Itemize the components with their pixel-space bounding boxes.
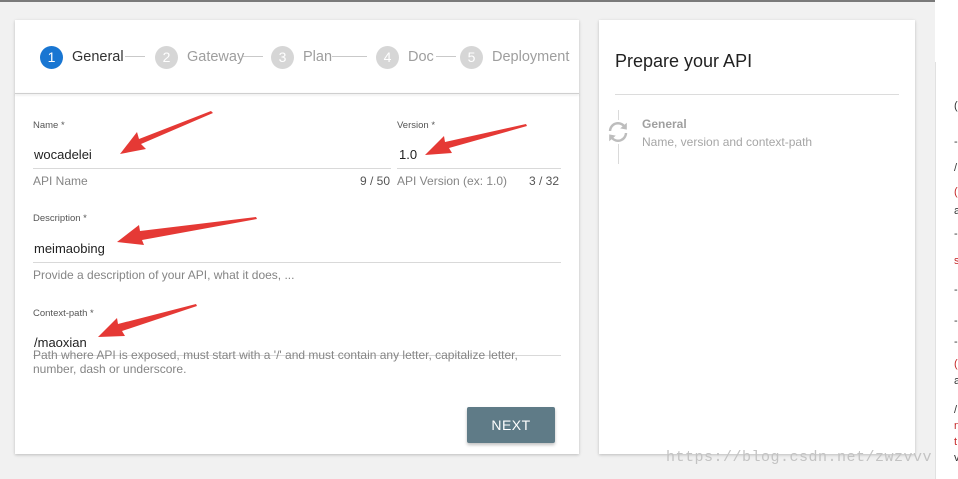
- step-gateway[interactable]: 2 Gateway: [155, 45, 244, 69]
- step-general[interactable]: 1 General: [40, 45, 124, 69]
- right-edge-glyph: (: [954, 358, 958, 370]
- step-number-badge: 3: [271, 45, 294, 69]
- right-edge-glyph: -: [954, 228, 958, 240]
- step-connector: [125, 56, 145, 57]
- name-input[interactable]: wocadelei: [34, 147, 92, 162]
- step-number-badge: 2: [155, 45, 178, 69]
- side-step-title: General: [642, 117, 687, 131]
- next-button[interactable]: NEXT: [467, 407, 555, 443]
- step-label: Doc: [408, 49, 434, 65]
- api-general-form-card: 1 General 2 Gateway 3 Plan 4 Doc 5 Deplo…: [15, 20, 579, 454]
- name-hint: API Name: [33, 174, 88, 188]
- right-edge-glyph: -: [954, 284, 958, 296]
- right-edge-glyph: -: [954, 315, 958, 327]
- description-hint: Provide a description of your API, what …: [33, 268, 295, 282]
- context-path-label: Context-path *: [33, 308, 94, 319]
- version-counter: 3 / 32: [529, 174, 560, 188]
- description-input[interactable]: meimaobing: [34, 241, 105, 256]
- context-path-hint-line-1: Path where API is exposed, must start wi…: [33, 348, 518, 362]
- watermark: https://blog.csdn.net/zwzvvv: [666, 449, 933, 466]
- right-edge-glyph: (: [954, 186, 958, 198]
- step-number-badge: 1: [40, 45, 63, 69]
- right-edge-glyph: a: [954, 205, 958, 217]
- version-label: Version *: [397, 120, 436, 131]
- step-label: Gateway: [187, 49, 245, 65]
- step-label: Deployment: [492, 49, 570, 65]
- right-edge-glyph: /: [954, 404, 958, 416]
- step-connector: [243, 56, 263, 57]
- step-deployment[interactable]: 5 Deployment: [460, 45, 569, 69]
- context-path-hint-line-2: number, dash or underscore.: [33, 362, 187, 376]
- step-label: Plan: [303, 49, 333, 65]
- version-underline: [397, 168, 561, 169]
- description-label: Description *: [33, 213, 87, 224]
- step-number-badge: 5: [460, 45, 483, 69]
- step-connector: [332, 56, 367, 57]
- right-edge-glyph: s: [954, 255, 958, 267]
- description-underline: [33, 262, 561, 263]
- stepper: 1 General 2 Gateway 3 Plan 4 Doc 5 Deplo…: [15, 20, 579, 93]
- step-label: General: [72, 49, 124, 65]
- top-rule: [0, 0, 935, 2]
- sync-icon: [606, 120, 630, 144]
- side-panel-divider: [615, 94, 899, 95]
- version-input[interactable]: 1.0: [399, 147, 417, 162]
- side-step-subtitle: Name, version and context-path: [642, 135, 813, 149]
- right-edge-glyph: -: [954, 336, 958, 348]
- step-doc[interactable]: 4 Doc: [376, 45, 434, 69]
- right-edge-glyph: n: [954, 420, 958, 432]
- right-edge-glyph: t: [954, 436, 958, 448]
- right-edge-glyph: /: [954, 162, 958, 174]
- right-edge-glyph: v: [954, 452, 958, 464]
- context-path-hint: Path where API is exposed, must start wi…: [33, 348, 561, 376]
- version-hint: API Version (ex: 1.0): [397, 174, 508, 188]
- right-edge-glyph: a: [954, 375, 958, 387]
- name-counter: 9 / 50: [360, 174, 391, 188]
- right-edge-divider: [935, 62, 936, 479]
- right-edge-glyph: -: [954, 136, 958, 148]
- step-connector: [436, 56, 456, 57]
- side-panel-title: Prepare your API: [615, 51, 753, 71]
- step-plan[interactable]: 3 Plan: [271, 45, 332, 69]
- name-underline: [33, 168, 391, 169]
- name-label: Name *: [33, 120, 65, 131]
- prepare-api-card: Prepare your API General Name, version a…: [599, 20, 915, 454]
- step-number-badge: 4: [376, 45, 399, 69]
- right-edge-glyph: (: [954, 100, 958, 112]
- stepper-divider: [15, 93, 579, 94]
